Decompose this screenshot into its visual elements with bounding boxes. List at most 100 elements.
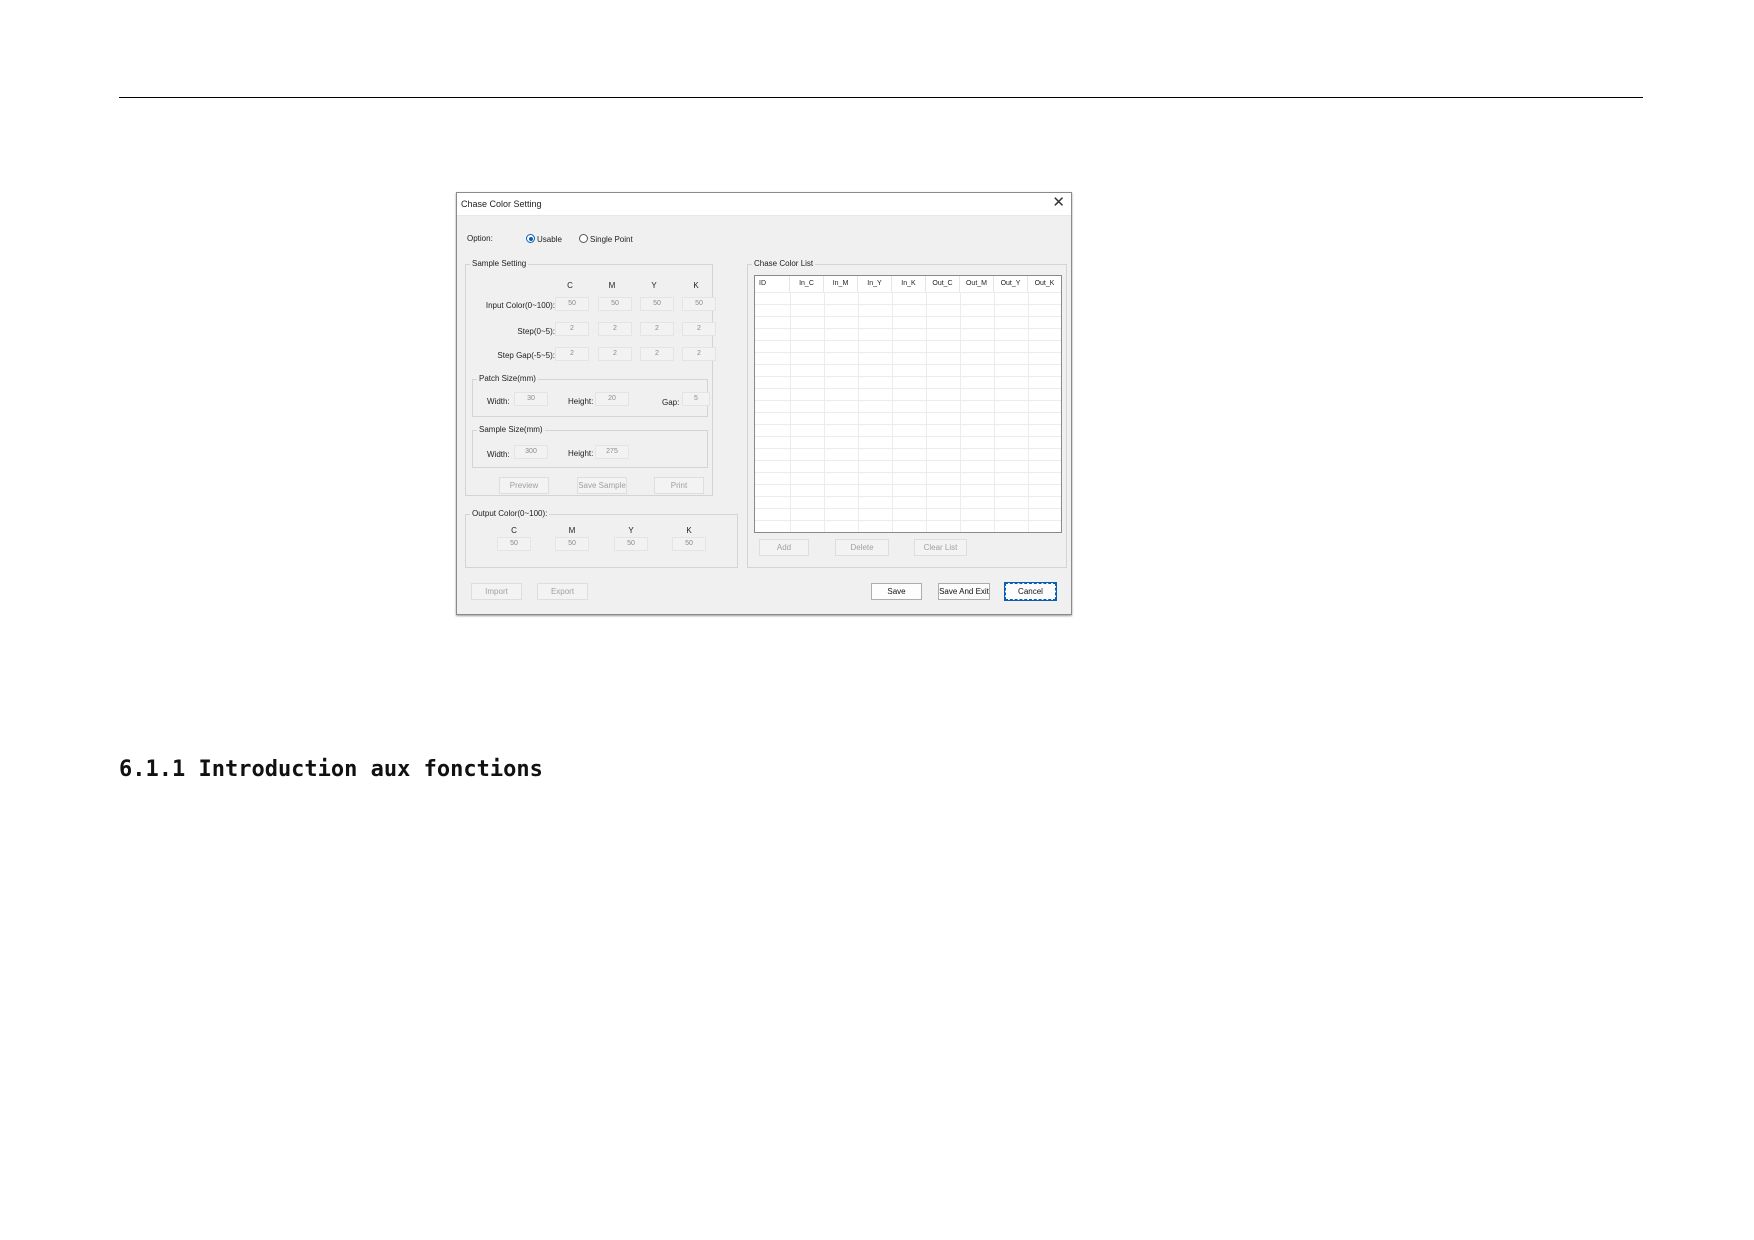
import-button[interactable]: Import [471,583,522,600]
input-color-y-field[interactable]: 50 [640,297,674,311]
patch-gap-label: Gap: [662,398,680,407]
sample-size-title: Sample Size(mm) [477,425,545,434]
list-grid-row-line [755,316,1061,317]
delete-button[interactable]: Delete [835,539,889,556]
step-gap-y-field[interactable]: 2 [640,347,674,361]
sample-width-field[interactable]: 300 [514,445,548,459]
list-grid-row-line [755,352,1061,353]
output-header-y: Y [628,526,634,535]
channel-header-k: K [693,281,699,290]
section-heading: 6.1.1 Introduction aux fonctions [119,757,543,782]
option-label: Option: [467,234,493,243]
column-header-in-c[interactable]: In_C [790,276,824,292]
patch-height-label: Height: [568,397,594,406]
column-header-id[interactable]: ID [755,276,790,292]
list-grid-row-line [755,448,1061,449]
column-header-in-m[interactable]: In_M [824,276,858,292]
list-grid-row-line [755,520,1061,521]
list-grid-row-line [755,304,1061,305]
close-icon[interactable]: ✕ [1052,195,1065,211]
output-m-field[interactable]: 50 [555,537,589,551]
channel-header-y: Y [651,281,657,290]
list-grid-row-line [755,400,1061,401]
column-header-out-k[interactable]: Out_K [1028,276,1061,292]
list-header-row: ID In_C In_M In_Y In_K Out_C Out_M Out_Y… [755,276,1061,292]
step-c-field[interactable]: 2 [555,322,589,336]
list-grid-column-line [824,292,825,532]
chase-color-list-table[interactable]: ID In_C In_M In_Y In_K Out_C Out_M Out_Y… [754,275,1062,533]
output-color-title: Output Color(0~100): [470,509,550,518]
chase-color-list-title: Chase Color List [752,259,816,268]
list-grid-column-line [858,292,859,532]
list-grid-column-line [1028,292,1029,532]
input-color-k-field[interactable]: 50 [682,297,716,311]
preview-button[interactable]: Preview [499,477,549,494]
list-grid-row-line [755,292,1061,293]
patch-size-title: Patch Size(mm) [477,374,538,383]
clear-list-button[interactable]: Clear List [914,539,967,556]
step-gap-label: Step Gap(-5~5): [497,351,555,360]
input-color-c-field[interactable]: 50 [555,297,589,311]
list-grid-row-line [755,508,1061,509]
patch-width-field[interactable]: 30 [514,392,548,406]
list-grid-row-line [755,496,1061,497]
step-gap-k-field[interactable]: 2 [682,347,716,361]
output-k-field[interactable]: 50 [672,537,706,551]
radio-usable[interactable] [526,234,535,243]
export-button[interactable]: Export [537,583,588,600]
list-grid-row-line [755,472,1061,473]
list-grid-row-line [755,388,1061,389]
column-header-out-c[interactable]: Out_C [926,276,960,292]
list-grid-row-line [755,340,1061,341]
column-header-out-m[interactable]: Out_M [960,276,994,292]
step-y-field[interactable]: 2 [640,322,674,336]
patch-height-field[interactable]: 20 [595,392,629,406]
radio-single-point-label: Single Point [590,235,633,244]
dialog-titlebar: Chase Color Setting ✕ [457,193,1071,216]
output-y-field[interactable]: 50 [614,537,648,551]
dialog-title: Chase Color Setting [461,199,542,209]
sample-setting-title: Sample Setting [470,259,529,268]
step-gap-m-field[interactable]: 2 [598,347,632,361]
step-m-field[interactable]: 2 [598,322,632,336]
patch-gap-field[interactable]: 5 [682,392,710,406]
list-grid-row-line [755,484,1061,485]
output-c-field[interactable]: 50 [497,537,531,551]
list-grid-row-line [755,412,1061,413]
list-grid-row-line [755,376,1061,377]
column-header-out-y[interactable]: Out_Y [994,276,1028,292]
output-header-m: M [568,526,576,535]
sample-height-field[interactable]: 275 [595,445,629,459]
output-header-c: C [511,526,517,535]
list-grid-row-line [755,424,1061,425]
channel-header-m: M [608,281,616,290]
save-and-exit-button[interactable]: Save And Exit [938,583,990,600]
print-button[interactable]: Print [654,477,704,494]
radio-single-point[interactable] [579,234,588,243]
list-grid-column-line [892,292,893,532]
channel-header-c: C [567,281,573,290]
step-label: Step(0~5): [517,327,555,336]
add-button[interactable]: Add [759,539,809,556]
column-header-in-y[interactable]: In_Y [858,276,892,292]
save-button[interactable]: Save [871,583,922,600]
sample-width-label: Width: [487,450,510,459]
list-grid-column-line [926,292,927,532]
radio-usable-label: Usable [537,235,562,244]
cancel-button[interactable]: Cancel [1004,582,1057,601]
step-k-field[interactable]: 2 [682,322,716,336]
page-header-rule [119,97,1643,98]
patch-width-label: Width: [487,397,510,406]
save-sample-button[interactable]: Save Sample [577,477,627,494]
list-grid-row-line [755,460,1061,461]
list-grid-row-line [755,364,1061,365]
column-header-in-k[interactable]: In_K [892,276,926,292]
list-grid-column-line [790,292,791,532]
list-grid-column-line [960,292,961,532]
step-gap-c-field[interactable]: 2 [555,347,589,361]
input-color-m-field[interactable]: 50 [598,297,632,311]
sample-height-label: Height: [568,449,594,458]
list-grid-row-line [755,436,1061,437]
chase-color-setting-dialog: Chase Color Setting ✕ Option: Usable Sin… [456,192,1072,615]
input-color-label: Input Color(0~100): [485,301,555,310]
